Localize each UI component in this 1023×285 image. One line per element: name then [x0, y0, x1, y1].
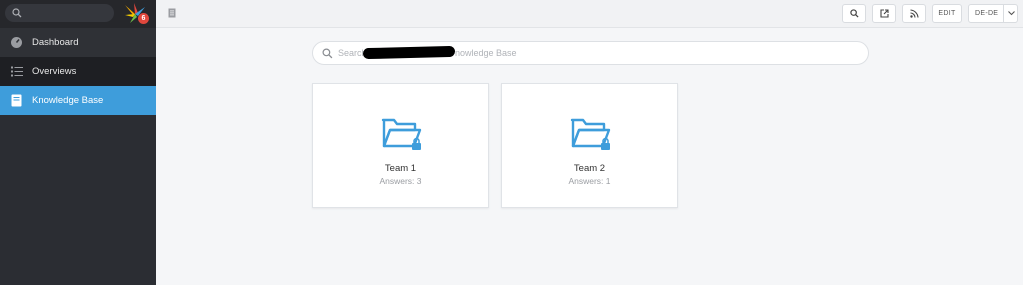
sidebar-item-knowledge-base[interactable]: Knowledge Base: [0, 86, 156, 115]
sidebar-header: 6: [0, 0, 156, 28]
book-icon: [10, 94, 23, 107]
sidebar-item-dashboard[interactable]: Dashboard: [0, 28, 156, 57]
sidebar-item-label: Overviews: [32, 66, 77, 77]
list-icon: [10, 65, 23, 78]
redaction-mark: [362, 45, 456, 60]
select-divider: [1003, 5, 1004, 22]
category-title: Team 2: [573, 163, 606, 174]
language-label: DE-DE: [975, 10, 999, 17]
sidebar-item-label: Dashboard: [32, 37, 79, 48]
search-icon: [322, 48, 333, 59]
knowledge-base-search[interactable]: Search nowledge Base: [312, 41, 869, 65]
search-button[interactable]: [842, 4, 866, 23]
sidebar-search-input[interactable]: [5, 4, 114, 22]
sidebar-item-overviews[interactable]: Overviews: [0, 57, 156, 86]
top-toolbar: EDIT DE-DE: [156, 0, 1023, 28]
search-placeholder-suffix: nowledge Base: [455, 48, 517, 58]
edit-button[interactable]: EDIT: [932, 4, 962, 23]
category-card-team-2[interactable]: Team 2 Answers: 1: [501, 83, 678, 208]
search-icon: [12, 8, 22, 18]
language-select[interactable]: DE-DE: [968, 4, 1018, 23]
search-icon: [849, 9, 859, 18]
sidebar: 6 Dashboard Overviews Knowledge Base: [0, 0, 156, 285]
sidebar-item-label: Knowledge Base: [32, 95, 104, 106]
rss-icon: [909, 9, 919, 18]
category-card-team-1[interactable]: Team 1 Answers: 3: [312, 83, 489, 208]
locked-folder-icon: [570, 118, 611, 150]
locked-folder-icon: [381, 118, 422, 150]
open-external-button[interactable]: [872, 4, 896, 23]
external-link-icon: [879, 9, 889, 18]
notification-badge[interactable]: 6: [138, 13, 149, 24]
answer-count: Answers: 1: [568, 176, 611, 186]
dashboard-icon: [10, 36, 23, 49]
category-title: Team 1: [384, 163, 417, 174]
chevron-down-icon: [1008, 11, 1015, 16]
document-icon[interactable]: [168, 8, 176, 18]
answer-count: Answers: 3: [379, 176, 422, 186]
rss-feed-button[interactable]: [902, 4, 926, 23]
